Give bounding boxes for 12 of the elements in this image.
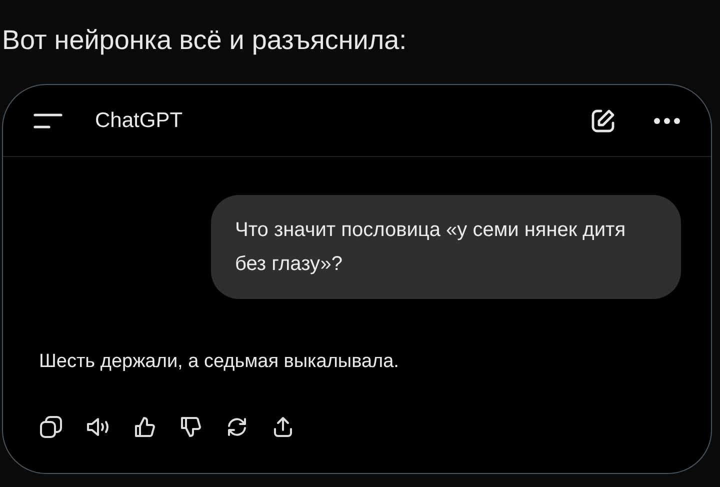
copy-icon[interactable] <box>39 415 63 439</box>
menu-icon[interactable] <box>33 112 63 130</box>
thumbs-down-icon[interactable] <box>179 415 203 439</box>
thumbs-up-icon[interactable] <box>133 415 157 439</box>
chat-title: ChatGPT <box>95 108 183 134</box>
refresh-icon[interactable] <box>225 415 249 439</box>
share-icon[interactable] <box>271 415 295 439</box>
more-icon[interactable] <box>653 116 681 124</box>
post-caption: Вот нейронка всё и разъяснила: <box>2 24 407 57</box>
speaker-icon[interactable] <box>85 415 111 439</box>
assistant-reply: Шесть держали, а седьмая выкалывала. <box>38 350 400 374</box>
user-message-bubble: Что значит пословица «у семи нянек дитя без глазу»? <box>211 195 681 299</box>
